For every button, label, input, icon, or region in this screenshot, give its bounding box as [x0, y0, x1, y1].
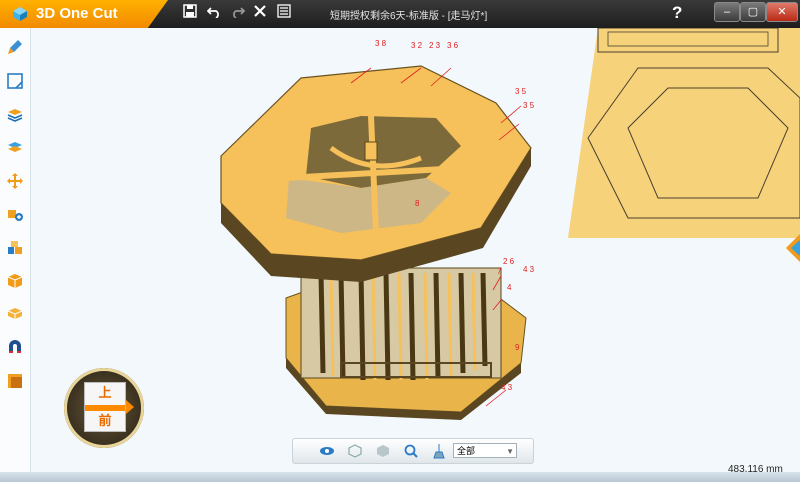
app-name: 3D One Cut: [36, 5, 118, 22]
minimize-button[interactable]: –: [714, 2, 740, 22]
cube-wire-icon[interactable]: [347, 443, 363, 459]
app-logo[interactable]: 3D One Cut: [0, 0, 168, 28]
view-toolbar: 全部 ▼: [292, 438, 534, 464]
model-label: 7: [497, 267, 502, 276]
filter-select-value: 全部: [457, 446, 476, 456]
save-icon: [183, 4, 197, 18]
building-blocks-icon[interactable]: [6, 238, 24, 256]
model-label: 4: [507, 283, 512, 292]
eye-icon[interactable]: [319, 443, 335, 459]
delete-button[interactable]: [250, 4, 270, 24]
close-button[interactable]: ✕: [766, 2, 798, 22]
model-label: 3 6: [447, 41, 459, 50]
undo-button[interactable]: [204, 4, 224, 24]
model-label: 9: [515, 343, 520, 352]
panel-expand-arrow-icon[interactable]: [786, 234, 800, 262]
view-cube-front-label: 前: [98, 413, 112, 428]
chevron-down-icon: ▼: [506, 447, 514, 456]
view-cube-rotate-arrow-icon[interactable]: [126, 400, 134, 414]
model-label: 2 3: [429, 41, 441, 50]
cube-solid-icon[interactable]: [375, 443, 391, 459]
move-arrows-icon[interactable]: [6, 172, 24, 190]
model-label: 3 2: [411, 41, 423, 50]
list-icon: [277, 4, 291, 18]
left-toolbar: [0, 28, 31, 472]
restore-button[interactable]: ▢: [740, 2, 766, 22]
view-cube-top-label: 上: [98, 385, 112, 400]
sheet-material-icon[interactable]: [6, 372, 24, 390]
model-label: 2 6: [503, 257, 515, 266]
list-button[interactable]: [274, 4, 294, 24]
assembly-add-icon[interactable]: [6, 204, 24, 222]
close-x-icon: [254, 5, 266, 17]
model-label: 3 5: [523, 101, 535, 110]
layers-stack-icon[interactable]: [6, 106, 24, 124]
redo-icon: [233, 7, 246, 19]
model-label: 3 8: [375, 39, 387, 48]
sketch-plane-icon[interactable]: [6, 72, 24, 90]
redo-button[interactable]: [228, 4, 248, 24]
model-label: 4 3: [523, 265, 535, 274]
undo-icon: [206, 7, 219, 19]
taskbar: [0, 472, 800, 482]
model-label: 3 5: [515, 87, 527, 96]
model-label: 8: [415, 199, 420, 208]
sketch-tool-icon[interactable]: [431, 443, 447, 459]
sheet-layout-preview[interactable]: [568, 28, 800, 238]
layers-blue-icon[interactable]: [6, 138, 24, 156]
app-logo-icon: [13, 7, 27, 21]
help-button[interactable]: ?: [672, 3, 682, 23]
model-label: 4 3: [501, 383, 513, 392]
title-bar: 3D One Cut 短期授权剩余6天-标准版 - [走马灯*] ? – ▢ ✕: [0, 0, 800, 28]
center-spindle: [364, 141, 378, 161]
box-orange-icon[interactable]: [6, 272, 24, 290]
paint-brush-icon[interactable]: [6, 38, 24, 56]
view-cube-face[interactable]: 上 前: [84, 382, 126, 432]
window-title: 短期授权剩余6天-标准版 - [走马灯*]: [330, 11, 488, 22]
zoom-icon[interactable]: [403, 443, 419, 459]
box-flat-icon[interactable]: [6, 304, 24, 322]
save-button[interactable]: [180, 4, 200, 24]
filter-select[interactable]: 全部 ▼: [453, 443, 517, 458]
magnet-icon[interactable]: [6, 338, 24, 356]
